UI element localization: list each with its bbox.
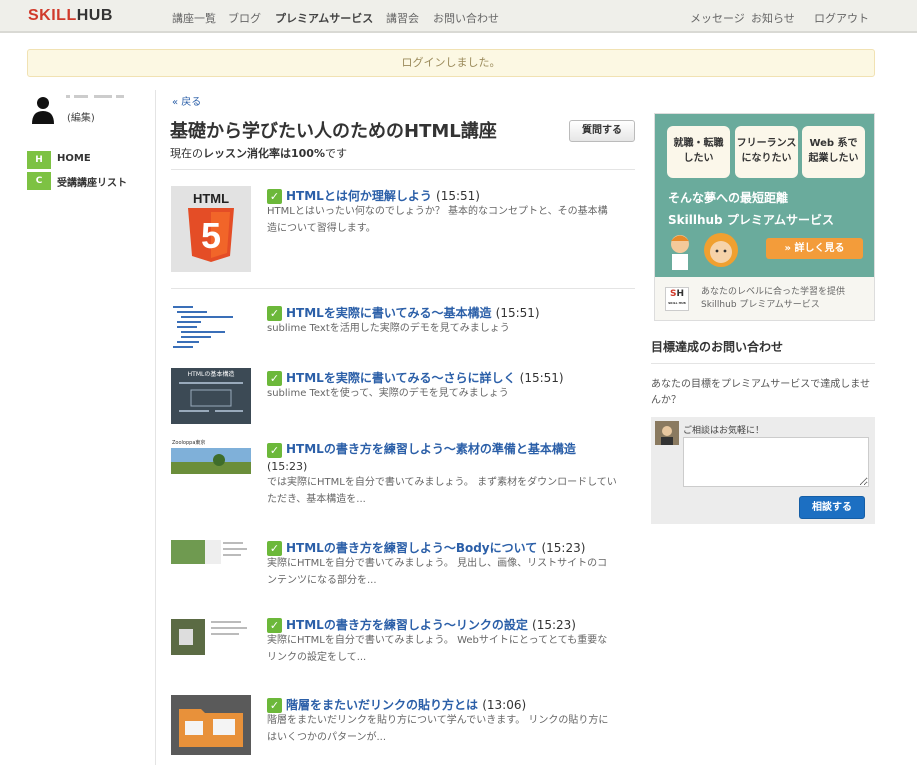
- lesson-title-link[interactable]: HTMLを実際に書いてみる〜さらに詳しく (15:51): [286, 369, 564, 386]
- lesson-thumbnail[interactable]: Zooloppa東京: [171, 438, 251, 474]
- user-avatar-icon[interactable]: [30, 94, 56, 124]
- lesson-thumbnail[interactable]: [171, 615, 251, 657]
- promo-headline: そんな夢への最短距離 Skillhub プレミアムサービス: [668, 191, 834, 227]
- lesson-title-link[interactable]: HTMLの書き方を練習しよう〜素材の準備と基本構造: [286, 440, 576, 457]
- completed-check-icon: ✓: [267, 189, 282, 204]
- contact-label: ご相談はお気軽に！: [683, 426, 765, 436]
- skillhub-sh-logo: SH SKILL HUB: [665, 287, 689, 311]
- course-badge: C: [27, 172, 51, 190]
- lesson-description: HTMLとはいったい何なのでしょうか？ 基本的なコンセプトと、その基本構造につい…: [267, 206, 608, 234]
- nav-blog[interactable]: ブログ: [228, 10, 261, 26]
- nav-notifications[interactable]: お知らせ: [751, 10, 795, 26]
- lesson-title-link[interactable]: HTMLの書き方を練習しよう〜リンクの設定 (15:23): [286, 616, 576, 633]
- nav-seminar[interactable]: 講習会: [386, 10, 419, 26]
- ask-question-button[interactable]: 質問する: [569, 120, 635, 142]
- lesson-description: sublime Textを使って、実際のデモを見てみましょう: [267, 388, 509, 399]
- top-header: SKILLHUB 講座一覧 ブログ プレミアムサービス 講習会 お問い合わせ メ…: [0, 0, 917, 33]
- goal-heading: 目標達成のお問い合わせ: [651, 340, 784, 354]
- pill-career: 就職・転職 したい: [667, 126, 730, 178]
- lesson-thumbnail[interactable]: [171, 536, 251, 566]
- goal-text: あなたの目標をプレミアムサービスで達成しませんか？: [651, 379, 870, 406]
- premium-promo-banner[interactable]: 就職・転職 したい フリーランス になりたい Web 系で 起業したい そんな夢…: [654, 113, 875, 321]
- pill-freelance: フリーランス になりたい: [735, 126, 798, 178]
- svg-text:5: 5: [201, 215, 221, 256]
- nav-logout[interactable]: ログアウト: [814, 10, 869, 26]
- home-badge: H: [27, 151, 51, 169]
- svg-text:HTML: HTML: [193, 191, 229, 206]
- contact-box: ご相談はお気軽に！ 相談する: [651, 417, 875, 524]
- lesson-description: では実際にHTMLを自分で書いてみましょう。 まず素材をダウンロードしていただき…: [267, 477, 617, 505]
- divider: [651, 363, 875, 364]
- progress-text: 現在のレッスン消化率は100%です: [170, 147, 347, 160]
- lesson-description: 実際にHTMLを自分で書いてみましょう。 見出し、画像、リストサイトのコンテンツ…: [267, 558, 608, 586]
- promo-subtext: あなたのレベルに合った学習を提供 Skillhub プレミアムサービス: [701, 287, 846, 310]
- sidebar-item-home[interactable]: H HOME: [27, 151, 147, 169]
- nav-contact[interactable]: お問い合わせ: [433, 10, 499, 26]
- edit-profile-link[interactable]: (編集): [67, 109, 95, 124]
- lesson-title-link[interactable]: 階層をまたいだリンクの貼り方とは (13:06): [286, 696, 526, 713]
- advisor-avatar-icon: [655, 421, 679, 445]
- lesson-thumbnail[interactable]: HTMLの基本構造: [171, 368, 251, 424]
- completed-check-icon: ✓: [267, 306, 282, 321]
- skillhub-logo[interactable]: SKILLHUB: [28, 7, 113, 25]
- svg-text:HTMLの基本構造: HTMLの基本構造: [188, 370, 235, 378]
- completed-check-icon: ✓: [267, 698, 282, 713]
- lesson-title-link[interactable]: HTMLを実際に書いてみる〜基本構造 (15:51): [286, 304, 540, 321]
- completed-check-icon: ✓: [267, 371, 282, 386]
- character-boy-icon: [671, 235, 689, 270]
- divider: [171, 169, 635, 170]
- sidebar-item-course-list[interactable]: C 受講講座リスト: [27, 172, 147, 190]
- user-name-redacted: [66, 93, 126, 104]
- svg-text:Zooloppa東京: Zooloppa東京: [172, 439, 205, 446]
- completed-check-icon: ✓: [267, 443, 282, 458]
- page-title: 基礎から学びたい人のためのHTML講座: [170, 121, 497, 142]
- nav-courses[interactable]: 講座一覧: [172, 10, 216, 26]
- completed-check-icon: ✓: [267, 618, 282, 633]
- left-sidebar: (編集) H HOME C 受講講座リスト: [0, 90, 156, 765]
- sidebar-item-label: 受講講座リスト: [57, 178, 127, 189]
- lesson-thumbnail[interactable]: [171, 695, 251, 755]
- sidebar-item-label: HOME: [57, 153, 91, 164]
- completed-check-icon: ✓: [267, 541, 282, 556]
- divider: [171, 288, 635, 289]
- consult-button[interactable]: 相談する: [799, 496, 865, 519]
- back-link[interactable]: « 戻る: [172, 93, 201, 108]
- consult-textarea[interactable]: [683, 437, 869, 487]
- pill-startup: Web 系で 起業したい: [802, 126, 865, 178]
- nav-messages[interactable]: メッセージ: [690, 10, 745, 26]
- lesson-title-link[interactable]: HTMLの書き方を練習しよう〜Bodyについて (15:23): [286, 539, 585, 556]
- character-girl-icon: [704, 233, 738, 267]
- lesson-description: sublime Textを活用した実際のデモを見てみましょう: [267, 323, 510, 334]
- lesson-thumbnail[interactable]: [171, 304, 251, 350]
- login-alert: ログインしました。: [27, 49, 875, 77]
- nav-premium[interactable]: プレミアムサービス: [275, 10, 373, 26]
- lesson-duration: (15:23): [267, 460, 308, 473]
- lesson-title-link[interactable]: HTMLとは何か理解しよう (15:51): [286, 187, 480, 204]
- lesson-description: 実際にHTMLを自分で書いてみましょう。 Webサイトにとってとても重要なリンク…: [267, 635, 608, 663]
- see-details-button[interactable]: » 詳しく見る: [766, 238, 863, 259]
- lesson-thumbnail[interactable]: HTML 5: [171, 186, 251, 272]
- lesson-description: 階層をまたいだリンクを貼り方について学んでいきます。 リンクの貼り方にはいくつか…: [267, 715, 609, 743]
